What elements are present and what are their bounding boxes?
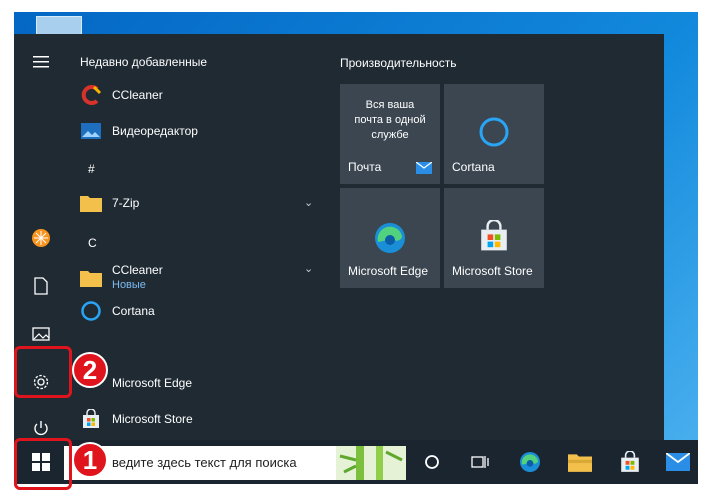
cortana-button[interactable] <box>418 448 446 476</box>
document-icon <box>34 277 48 295</box>
taskbar-edge-button[interactable] <box>516 448 544 476</box>
app-label: Microsoft Store <box>112 412 193 426</box>
cortana-icon <box>479 117 509 147</box>
tile-label: Microsoft Edge <box>348 264 429 278</box>
app-label: CCleaner <box>112 88 163 102</box>
edge-icon <box>375 223 405 253</box>
tile-edge[interactable]: Microsoft Edge <box>340 188 440 288</box>
desktop: Недавно добавленные CCleaner Видеоредакт… <box>14 12 698 484</box>
search-placeholder: ведите здесь текст для поиска <box>112 455 297 470</box>
edge-icon <box>520 452 540 472</box>
tile-mail-title: Вся ваша почта в одной службе <box>354 99 426 141</box>
recent-header: Недавно добавленные <box>80 55 208 69</box>
tile-mail[interactable]: Вся ваша почта в одной службе Почта <box>340 84 440 184</box>
group-hash[interactable]: # <box>88 162 95 176</box>
search-box[interactable]: ведите здесь текст для поиска <box>64 446 406 480</box>
app-label: 7-Zip <box>112 196 140 210</box>
store-icon <box>80 408 102 430</box>
start-menu: Недавно добавленные CCleaner Видеоредакт… <box>14 34 664 440</box>
app-ccleaner-folder[interactable]: CCleaner Новые <box>80 260 163 296</box>
taskbar-mail-button[interactable] <box>664 448 692 476</box>
mail-icon <box>666 453 690 471</box>
app-microsoft-store[interactable]: Microsoft Store <box>80 404 193 434</box>
power-icon <box>34 421 48 436</box>
task-view-button[interactable] <box>466 448 494 476</box>
step-badge-1: 1 <box>72 442 108 478</box>
ccleaner-icon <box>80 84 102 106</box>
video-editor-icon <box>80 120 102 142</box>
cortana-icon <box>80 300 102 322</box>
taskbar-explorer-button[interactable] <box>566 448 594 476</box>
app-ccleaner-recent[interactable]: CCleaner <box>80 80 163 110</box>
avatar-icon <box>32 229 50 247</box>
app-label: CCleaner <box>112 263 163 277</box>
hamburger-menu-button[interactable] <box>14 40 68 84</box>
user-account-button[interactable] <box>14 216 68 260</box>
cortana-icon <box>425 455 439 469</box>
picture-icon <box>32 327 50 341</box>
chevron-down-icon[interactable]: ⌄ <box>304 262 313 275</box>
tile-label: Cortana <box>452 160 495 174</box>
folder-icon <box>80 192 102 214</box>
group-c[interactable]: C <box>88 236 97 250</box>
app-label: Cortana <box>112 304 155 318</box>
app-video-editor[interactable]: Видеоредактор <box>80 116 198 146</box>
app-label: Видеоредактор <box>112 124 198 138</box>
app-cortana[interactable]: Cortana <box>80 296 155 326</box>
start-highlight <box>14 438 72 490</box>
app-7zip-folder[interactable]: 7-Zip <box>80 188 139 218</box>
settings-highlight <box>14 346 72 398</box>
chevron-down-icon[interactable]: ⌄ <box>304 196 313 209</box>
new-badge: Новые <box>112 279 146 291</box>
task-view-icon <box>471 456 489 468</box>
tile-label: Microsoft Store <box>452 264 533 278</box>
tile-cortana[interactable]: Cortana <box>444 84 544 184</box>
store-icon <box>481 220 507 251</box>
app-label-group: CCleaner Новые <box>112 263 163 293</box>
productivity-header: Производительность <box>340 56 457 70</box>
step-badge-2: 2 <box>72 352 108 388</box>
documents-button[interactable] <box>14 264 68 308</box>
folder-icon <box>568 454 592 472</box>
store-icon <box>621 451 639 472</box>
menu-icon <box>33 56 49 68</box>
app-label: Microsoft Edge <box>112 376 193 390</box>
tile-label: Почта <box>348 160 382 174</box>
taskbar-store-button[interactable] <box>616 448 644 476</box>
folder-icon <box>80 267 102 289</box>
tile-store[interactable]: Microsoft Store <box>444 188 544 288</box>
mail-icon <box>416 162 432 174</box>
bamboo-icon <box>336 446 406 480</box>
taskbar: ведите здесь текст для поиска <box>14 440 698 484</box>
